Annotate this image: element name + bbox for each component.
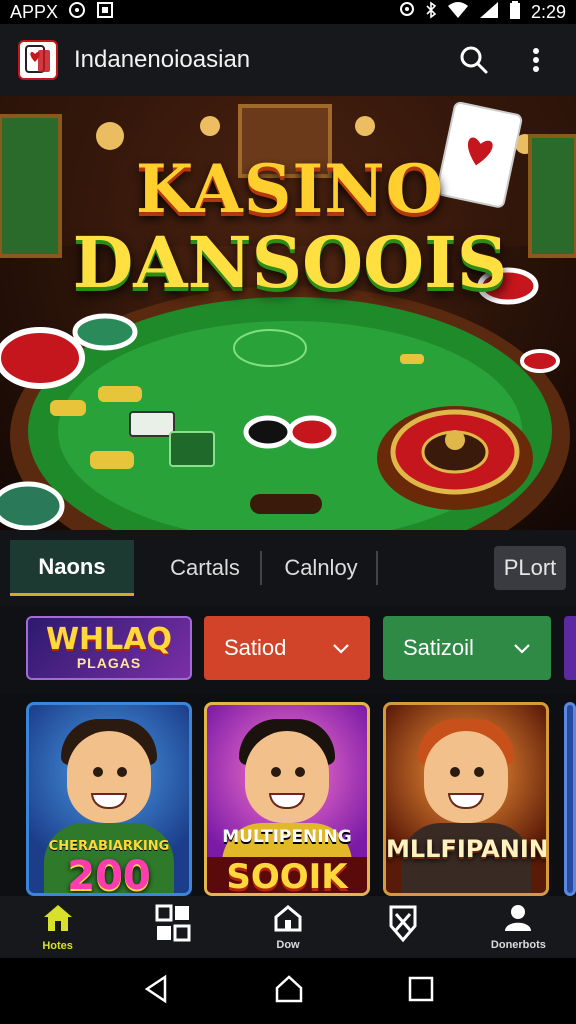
filter-select-satizoil[interactable]: Satizoil	[383, 616, 551, 680]
more-vert-icon[interactable]	[514, 38, 558, 82]
notification-icon	[68, 1, 86, 23]
house-outline-icon	[273, 904, 303, 937]
character-eye	[450, 767, 460, 777]
game-title: MULTIPENING	[222, 827, 352, 847]
tab-cartals[interactable]: Cartals	[150, 540, 260, 596]
sim-icon	[96, 1, 114, 23]
banner-title: KASINO DANSOOIS	[60, 156, 520, 298]
character-face	[245, 731, 329, 823]
search-icon[interactable]	[452, 38, 496, 82]
game-card[interactable]: MLLFIPANIN	[383, 702, 549, 896]
nav-label: Hotes	[42, 939, 73, 952]
tab-divider	[376, 551, 378, 585]
promo-badge[interactable]: WHLAQ PLAGAS	[26, 616, 192, 680]
grid-icon	[155, 904, 191, 949]
game-subtitle: 200	[67, 853, 151, 896]
game-card[interactable]: MULTIPENING SOOIK	[204, 702, 370, 896]
app-title: Indanenoioasian	[74, 46, 251, 73]
character-eye	[93, 767, 103, 777]
game-cards: CHERABIARKING 200 MULTIPENING SOOIK MLLF…	[0, 694, 576, 896]
nav-label: Donerbots	[490, 938, 546, 951]
game-subtitle: SOOIK	[207, 857, 367, 893]
character-face	[424, 731, 508, 823]
status-left-text: APPX	[10, 1, 59, 22]
nav-item-dow[interactable]: Dow	[230, 896, 345, 958]
select-value: Satizoil	[403, 635, 474, 660]
character-eye	[295, 767, 305, 777]
wifi-icon	[447, 1, 469, 23]
nav-label: Dow	[276, 938, 300, 951]
select-value: Satiod	[224, 635, 287, 660]
nav-item-grid[interactable]	[115, 896, 230, 958]
character-eye	[474, 767, 484, 777]
banner-title-line1: KASINO	[135, 150, 445, 228]
home-button-icon[interactable]	[274, 974, 304, 1009]
promo-subtitle: PLAGAS	[76, 655, 142, 671]
hero-banner[interactable]: KASINO DANSOOIS	[0, 96, 576, 530]
tab-naons[interactable]: Naons	[10, 540, 134, 596]
game-title: MLLFIPANIN	[386, 835, 549, 863]
chevron-down-icon	[513, 635, 531, 661]
game-card-partial[interactable]	[564, 702, 576, 896]
filter-overflow-item[interactable]	[564, 616, 576, 680]
system-nav-bar	[0, 958, 576, 1024]
home-icon	[42, 903, 74, 938]
location-icon	[399, 1, 415, 23]
nav-item-hotes[interactable]: Hotes	[0, 896, 115, 958]
card-logo-icon[interactable]	[18, 40, 58, 80]
nav-item-donerbots[interactable]: Donerbots	[461, 896, 576, 958]
character-eye	[271, 767, 281, 777]
filter-select-satiod[interactable]: Satiod	[204, 616, 370, 680]
battery-icon	[509, 1, 521, 23]
nav-item-shield[interactable]	[346, 896, 461, 958]
chevron-down-icon	[332, 635, 350, 661]
game-card[interactable]: CHERABIARKING 200	[26, 702, 192, 896]
recents-icon[interactable]	[407, 975, 435, 1008]
tab-divider	[260, 551, 262, 585]
character-eye	[117, 767, 127, 777]
bottom-nav: Hotes Dow Donerbots	[0, 896, 576, 958]
bluetooth-icon	[425, 1, 437, 23]
signal-icon	[479, 1, 499, 23]
banner-title-line2: DANSOOIS	[72, 221, 508, 304]
filter-row: WHLAQ PLAGAS Satiod Satizoil	[0, 606, 576, 694]
shield-x-icon	[388, 904, 418, 949]
character-face	[67, 731, 151, 823]
app-bar: Indanenoioasian	[0, 24, 576, 96]
tab-calnloy[interactable]: Calnloy	[266, 540, 376, 596]
play-button[interactable]: PLort	[494, 546, 566, 590]
category-tabs: Naons Cartals Calnloy PLort	[0, 530, 576, 606]
status-time: 2:29	[530, 1, 566, 22]
game-title: CHERABIARKING	[48, 839, 170, 854]
status-bar: APPX 2:29	[0, 0, 576, 24]
person-icon	[503, 904, 533, 937]
promo-title: WHLAQ	[45, 622, 173, 657]
back-icon[interactable]	[141, 974, 171, 1009]
